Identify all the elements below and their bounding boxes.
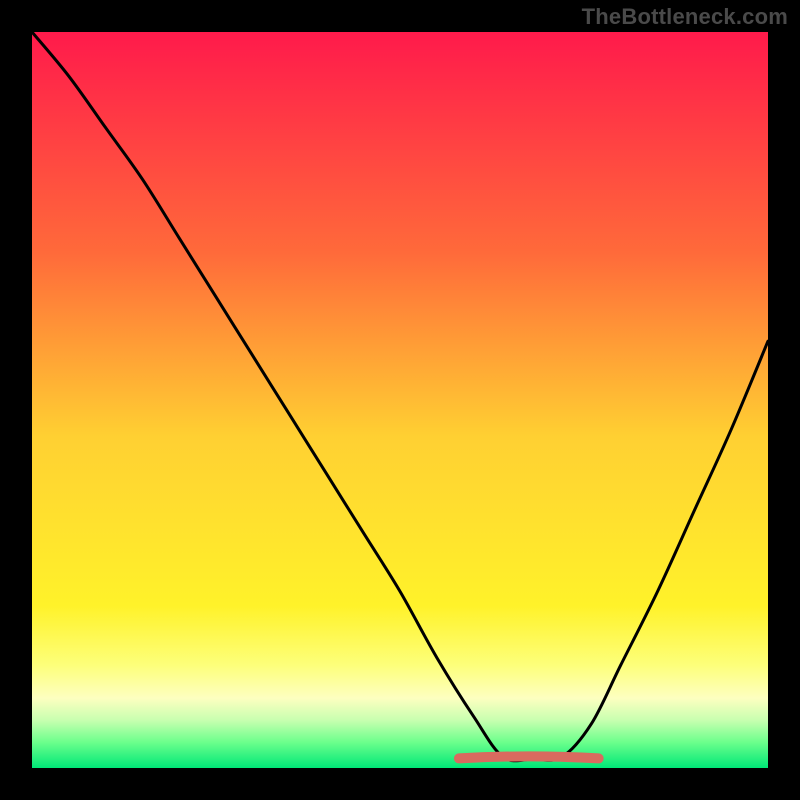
gradient-background [32,32,768,768]
chart-frame: TheBottleneck.com [0,0,800,800]
plot-area [32,32,768,768]
chart-svg [32,32,768,768]
watermark-text: TheBottleneck.com [582,4,788,30]
optimal-marker [459,756,599,758]
